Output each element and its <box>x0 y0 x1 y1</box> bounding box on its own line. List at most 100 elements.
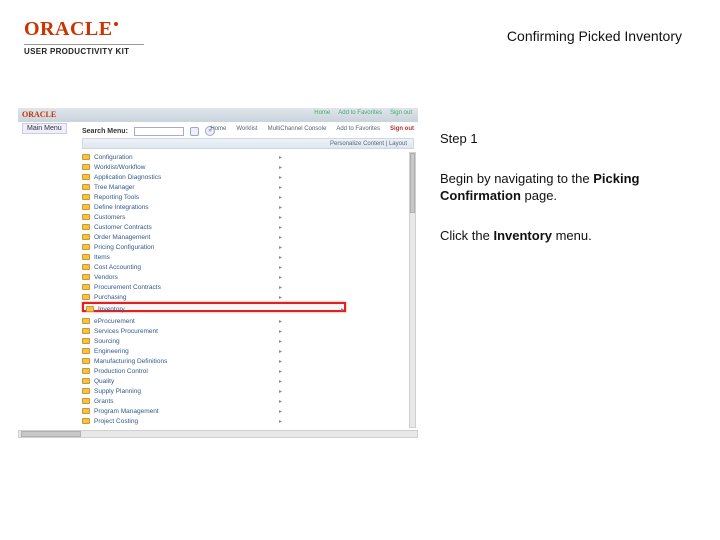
nav-item-label: Worklist/Workflow <box>94 164 145 171</box>
nav-lower-item[interactable]: Supply Planning▸ <box>82 386 282 396</box>
screenshot-inner: ORACLE Home Add to Favorites Sign out Ma… <box>18 108 418 438</box>
nav-lower-item[interactable]: Engineering▸ <box>82 346 282 356</box>
nav-lower-item[interactable]: Services Procurement▸ <box>82 326 282 336</box>
nav-item-label: Order Management <box>94 234 150 241</box>
search-input[interactable] <box>134 127 184 136</box>
nav-upper-item[interactable]: Customer Contracts▸ <box>82 222 282 232</box>
chevron-right-icon: ▸ <box>279 214 282 221</box>
brand-subtitle: USER PRODUCTIVITY KIT <box>24 47 144 56</box>
vertical-scroll-thumb[interactable] <box>410 153 415 213</box>
folder-icon <box>82 358 90 364</box>
nav-item-inventory-label: Inventory <box>98 306 125 313</box>
folder-icon <box>82 338 90 344</box>
nav-item-label: Supply Planning <box>94 388 141 395</box>
chevron-right-icon: ▸ <box>279 418 282 425</box>
nav-item-label: Reporting Tools <box>94 194 139 201</box>
chevron-right-icon: ▸ <box>279 294 282 301</box>
personalize-link[interactable]: Personalize Content | Layout <box>330 141 407 147</box>
nav-lower-item[interactable]: Production Control ▸ <box>82 366 282 376</box>
personalize-bar: Personalize Content | Layout <box>82 138 414 149</box>
toolbar-home[interactable]: Home <box>210 126 226 132</box>
folder-icon <box>82 418 90 424</box>
chevron-right-icon: ▸ <box>279 284 282 291</box>
main-menu-dropdown[interactable]: Main Menu <box>22 123 67 134</box>
chevron-right-icon: ▸ <box>279 204 282 211</box>
nav-lower-item[interactable]: Grants ▸ <box>82 396 282 406</box>
inventory-highlight[interactable]: Inventory ▸ <box>82 302 346 312</box>
folder-icon <box>82 274 90 280</box>
toolbar-signout[interactable]: Sign out <box>390 126 414 132</box>
instr2-b: Inventory <box>493 228 552 243</box>
nav-upper-item[interactable]: Configuration ▸ <box>82 152 282 162</box>
chevron-right-icon: ▸ <box>279 254 282 261</box>
chevron-right-icon: ▸ <box>279 154 282 161</box>
chevron-right-icon: ▸ <box>279 378 282 385</box>
nav-item-label: Application Diagnostics <box>94 174 161 181</box>
nav-upper-item[interactable]: Procurement Contracts▸ <box>82 282 282 292</box>
nav-item-label: Define Integrations <box>94 204 149 211</box>
folder-icon <box>82 254 90 260</box>
nav-item-label: Grants <box>94 398 114 405</box>
nav-item-label: Configuration <box>94 154 133 161</box>
nav-item-label: Sourcing <box>94 338 120 345</box>
nav-upper-item[interactable]: Cost Accounting ▸ <box>82 262 282 272</box>
folder-icon <box>82 318 90 324</box>
nav-lower-item[interactable]: Project Costing ▸ <box>82 416 282 426</box>
nav-upper-item[interactable]: Application Diagnostics ▸ <box>82 172 282 182</box>
nav-upper-item[interactable]: Items▸ <box>82 252 282 262</box>
toolbar-worklist[interactable]: Worklist <box>236 126 257 132</box>
instruction-panel: Step 1 Begin by navigating to the Pickin… <box>440 130 680 266</box>
chevron-right-icon: ▸ <box>279 174 282 181</box>
folder-icon <box>82 388 90 394</box>
nav-item-label: Program Management <box>94 408 159 415</box>
chevron-right-icon: ▸ <box>279 398 282 405</box>
folder-icon <box>82 348 90 354</box>
nav-lower-item[interactable]: Manufacturing Definitions▸ <box>82 356 282 366</box>
folder-icon <box>82 154 90 160</box>
folder-icon <box>82 224 90 230</box>
nav-lower-item[interactable]: Quality ▸ <box>82 376 282 386</box>
nav-upper-item[interactable]: Customers▸ <box>82 212 282 222</box>
nav-item-label: Production Control <box>94 368 148 375</box>
chevron-right-icon: ▸ <box>279 408 282 415</box>
nav-item-label: Vendors <box>94 274 118 281</box>
chevron-right-icon: ▸ <box>279 368 282 375</box>
top-link-favorites[interactable]: Add to Favorites <box>338 110 382 116</box>
top-link-home[interactable]: Home <box>314 110 330 116</box>
horizontal-scrollbar[interactable] <box>18 430 418 438</box>
vertical-scrollbar[interactable] <box>409 152 416 428</box>
chevron-right-icon: ▸ <box>279 194 282 201</box>
nav-lower-item[interactable]: eProcurement▸ <box>82 316 282 326</box>
nav-item-label: eProcurement <box>94 318 135 325</box>
nav-lower-item[interactable]: Sourcing▸ <box>82 336 282 346</box>
chevron-right-icon: ▸ <box>279 164 282 171</box>
search-go-button[interactable] <box>190 127 199 136</box>
brand-logo-text: ORACLE <box>24 18 113 40</box>
toolbar-favorites[interactable]: Add to Favorites <box>336 126 380 132</box>
nav-upper-item[interactable]: Vendors▸ <box>82 272 282 282</box>
folder-icon <box>82 234 90 240</box>
nav-upper-item[interactable]: Worklist/Workflow ▸ <box>82 162 282 172</box>
top-link-signout[interactable]: Sign out <box>390 110 412 116</box>
nav-upper-item[interactable]: Reporting Tools ▸ <box>82 192 282 202</box>
page-title: Confirming Picked Inventory <box>507 28 682 44</box>
nav-upper-item[interactable]: Tree Manager▸ <box>82 182 282 192</box>
chevron-right-icon: ▸ <box>279 264 282 271</box>
nav-item-label: Cost Accounting <box>94 264 141 271</box>
nav-upper-item[interactable]: Purchasing▸ <box>82 292 282 302</box>
nav-item-label: Engineering <box>94 348 129 355</box>
nav-upper-item[interactable]: Order Management ▸ <box>82 232 282 242</box>
instr1-a: Begin by navigating to the <box>440 171 593 186</box>
app-toolbar: Home Worklist MultiChannel Console Add t… <box>210 122 414 136</box>
folder-icon <box>82 204 90 210</box>
horizontal-scroll-thumb[interactable] <box>21 431 81 437</box>
nav-item-label: Quality <box>94 378 114 385</box>
nav-lower-item[interactable]: Program Management ▸ <box>82 406 282 416</box>
chevron-right-icon: ▸ <box>279 234 282 241</box>
nav-upper-item[interactable]: Pricing Configuration▸ <box>82 242 282 252</box>
toolbar-mcc[interactable]: MultiChannel Console <box>268 126 327 132</box>
folder-icon <box>82 244 90 250</box>
brand-divider <box>24 44 144 45</box>
nav-item-label: Project Costing <box>94 418 138 425</box>
nav-upper-item[interactable]: Define Integrations ▸ <box>82 202 282 212</box>
